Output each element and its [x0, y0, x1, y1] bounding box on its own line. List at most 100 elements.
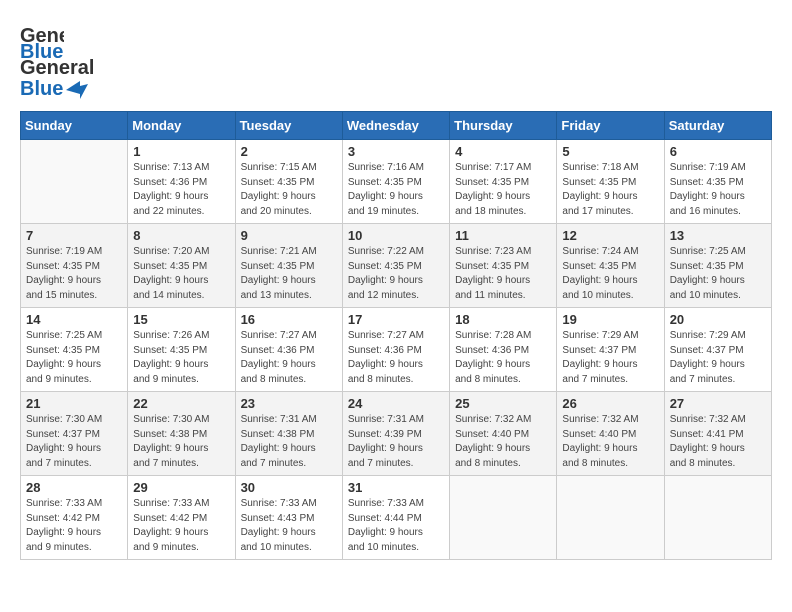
- calendar-day-cell: 6Sunrise: 7:19 AM Sunset: 4:35 PM Daylig…: [664, 140, 771, 224]
- day-info: Sunrise: 7:32 AM Sunset: 4:40 PM Dayligh…: [455, 413, 551, 471]
- day-number: 15: [133, 312, 229, 327]
- day-info: Sunrise: 7:24 AM Sunset: 4:35 PM Dayligh…: [562, 245, 658, 303]
- calendar-day-cell: [450, 476, 557, 560]
- calendar-day-cell: 18 Sunrise: 7:28 AM Sunset: 4:36 PM Dayli…: [450, 308, 557, 392]
- day-info: Sunrise: 7:32 AM Sunset: 4:40 PM Dayligh…: [562, 413, 658, 471]
- day-number: 25: [455, 396, 551, 411]
- day-number: 2: [241, 144, 337, 159]
- day-info: Sunrise: 7:33 AM Sunset: 4:42 PM Dayligh…: [26, 497, 122, 555]
- weekday-header-tuesday: Tuesday: [235, 112, 342, 140]
- calendar-day-cell: 21Sunrise: 7:30 AM Sunset: 4:37 PM Dayli…: [21, 392, 128, 476]
- day-number: 19: [562, 312, 658, 327]
- day-number: 16: [241, 312, 337, 327]
- calendar-day-cell: [557, 476, 664, 560]
- calendar-day-cell: 28 Sunrise: 7:33 AM Sunset: 4:42 PM Dayli…: [21, 476, 128, 560]
- calendar-day-cell: 25 Sunrise: 7:32 AM Sunset: 4:40 PM Dayli…: [450, 392, 557, 476]
- day-number: 18: [455, 312, 551, 327]
- calendar-day-cell: 23Sunrise: 7:31 AM Sunset: 4:38 PM Dayli…: [235, 392, 342, 476]
- calendar-week-row: 7 Sunrise: 7:19 AM Sunset: 4:35 PM Daylig…: [21, 224, 772, 308]
- calendar-day-cell: 10 Sunrise: 7:22 AM Sunset: 4:35 PM Dayli…: [342, 224, 449, 308]
- day-info: Sunrise: 7:27 AM Sunset: 4:36 PM Dayligh…: [241, 329, 337, 387]
- calendar-day-cell: 13 Sunrise: 7:25 AM Sunset: 4:35 PM Dayli…: [664, 224, 771, 308]
- weekday-header-row: SundayMondayTuesdayWednesdayThursdayFrid…: [21, 112, 772, 140]
- day-number: 12: [562, 228, 658, 243]
- calendar-day-cell: 12 Sunrise: 7:24 AM Sunset: 4:35 PM Dayli…: [557, 224, 664, 308]
- day-info: Sunrise: 7:28 AM Sunset: 4:36 PM Dayligh…: [455, 329, 551, 387]
- day-number: 9: [241, 228, 337, 243]
- calendar-day-cell: 31Sunrise: 7:33 AM Sunset: 4:44 PM Dayli…: [342, 476, 449, 560]
- calendar-day-cell: [664, 476, 771, 560]
- logo-blue: Blue: [20, 78, 63, 101]
- day-number: 6: [670, 144, 766, 159]
- day-number: 17: [348, 312, 444, 327]
- logo: General Blue General Blue: [20, 20, 94, 101]
- calendar-day-cell: 5 Sunrise: 7:18 AM Sunset: 4:35 PM Daylig…: [557, 140, 664, 224]
- calendar-day-cell: 4 Sunrise: 7:17 AM Sunset: 4:35 PM Daylig…: [450, 140, 557, 224]
- day-info: Sunrise: 7:18 AM Sunset: 4:35 PM Dayligh…: [562, 161, 658, 219]
- day-number: 27: [670, 396, 766, 411]
- weekday-header-wednesday: Wednesday: [342, 112, 449, 140]
- day-number: 4: [455, 144, 551, 159]
- logo-general: General: [20, 57, 94, 79]
- day-number: 5: [562, 144, 658, 159]
- day-number: 30: [241, 480, 337, 495]
- day-info: Sunrise: 7:25 AM Sunset: 4:35 PM Dayligh…: [670, 245, 766, 303]
- calendar-week-row: 1 Sunrise: 7:13 AM Sunset: 4:36 PM Daylig…: [21, 140, 772, 224]
- day-info: Sunrise: 7:30 AM Sunset: 4:37 PM Dayligh…: [26, 413, 122, 471]
- day-info: Sunrise: 7:31 AM Sunset: 4:38 PM Dayligh…: [241, 413, 337, 471]
- calendar-day-cell: 27 Sunrise: 7:32 AM Sunset: 4:41 PM Dayli…: [664, 392, 771, 476]
- day-info: Sunrise: 7:16 AM Sunset: 4:35 PM Dayligh…: [348, 161, 444, 219]
- calendar-day-cell: 20Sunrise: 7:29 AM Sunset: 4:37 PM Dayli…: [664, 308, 771, 392]
- calendar-day-cell: 24Sunrise: 7:31 AM Sunset: 4:39 PM Dayli…: [342, 392, 449, 476]
- weekday-header-sunday: Sunday: [21, 112, 128, 140]
- day-info: Sunrise: 7:32 AM Sunset: 4:41 PM Dayligh…: [670, 413, 766, 471]
- day-info: Sunrise: 7:29 AM Sunset: 4:37 PM Dayligh…: [562, 329, 658, 387]
- day-number: 26: [562, 396, 658, 411]
- day-info: Sunrise: 7:19 AM Sunset: 4:35 PM Dayligh…: [26, 245, 122, 303]
- day-number: 3: [348, 144, 444, 159]
- calendar-day-cell: 19 Sunrise: 7:29 AM Sunset: 4:37 PM Dayli…: [557, 308, 664, 392]
- day-number: 28: [26, 480, 122, 495]
- day-number: 11: [455, 228, 551, 243]
- day-info: Sunrise: 7:22 AM Sunset: 4:35 PM Dayligh…: [348, 245, 444, 303]
- day-number: 29: [133, 480, 229, 495]
- calendar-day-cell: 11 Sunrise: 7:23 AM Sunset: 4:35 PM Dayli…: [450, 224, 557, 308]
- day-info: Sunrise: 7:21 AM Sunset: 4:35 PM Dayligh…: [241, 245, 337, 303]
- calendar-day-cell: 1 Sunrise: 7:13 AM Sunset: 4:36 PM Daylig…: [128, 140, 235, 224]
- day-info: Sunrise: 7:17 AM Sunset: 4:35 PM Dayligh…: [455, 161, 551, 219]
- calendar-day-cell: 15 Sunrise: 7:26 AM Sunset: 4:35 PM Dayli…: [128, 308, 235, 392]
- day-number: 1: [133, 144, 229, 159]
- day-info: Sunrise: 7:33 AM Sunset: 4:44 PM Dayligh…: [348, 497, 444, 555]
- day-info: Sunrise: 7:13 AM Sunset: 4:36 PM Dayligh…: [133, 161, 229, 219]
- day-number: 7: [26, 228, 122, 243]
- logo-bird-icon: [66, 81, 88, 99]
- calendar-table: SundayMondayTuesdayWednesdayThursdayFrid…: [20, 111, 772, 560]
- calendar-day-cell: 26 Sunrise: 7:32 AM Sunset: 4:40 PM Dayli…: [557, 392, 664, 476]
- day-info: Sunrise: 7:31 AM Sunset: 4:39 PM Dayligh…: [348, 413, 444, 471]
- day-info: Sunrise: 7:20 AM Sunset: 4:35 PM Dayligh…: [133, 245, 229, 303]
- calendar-day-cell: 16 Sunrise: 7:27 AM Sunset: 4:36 PM Dayli…: [235, 308, 342, 392]
- day-info: Sunrise: 7:33 AM Sunset: 4:43 PM Dayligh…: [241, 497, 337, 555]
- day-info: Sunrise: 7:23 AM Sunset: 4:35 PM Dayligh…: [455, 245, 551, 303]
- calendar-week-row: 28 Sunrise: 7:33 AM Sunset: 4:42 PM Dayli…: [21, 476, 772, 560]
- day-info: Sunrise: 7:29 AM Sunset: 4:37 PM Dayligh…: [670, 329, 766, 387]
- day-info: Sunrise: 7:26 AM Sunset: 4:35 PM Dayligh…: [133, 329, 229, 387]
- calendar-day-cell: 17Sunrise: 7:27 AM Sunset: 4:36 PM Dayli…: [342, 308, 449, 392]
- day-number: 8: [133, 228, 229, 243]
- day-number: 10: [348, 228, 444, 243]
- calendar-day-cell: 9 Sunrise: 7:21 AM Sunset: 4:35 PM Daylig…: [235, 224, 342, 308]
- calendar-day-cell: [21, 140, 128, 224]
- calendar-day-cell: 7 Sunrise: 7:19 AM Sunset: 4:35 PM Daylig…: [21, 224, 128, 308]
- day-number: 13: [670, 228, 766, 243]
- calendar-day-cell: 29 Sunrise: 7:33 AM Sunset: 4:42 PM Dayli…: [128, 476, 235, 560]
- calendar-day-cell: 3 Sunrise: 7:16 AM Sunset: 4:35 PM Daylig…: [342, 140, 449, 224]
- day-number: 22: [133, 396, 229, 411]
- calendar-day-cell: 22 Sunrise: 7:30 AM Sunset: 4:38 PM Dayli…: [128, 392, 235, 476]
- weekday-header-saturday: Saturday: [664, 112, 771, 140]
- day-info: Sunrise: 7:25 AM Sunset: 4:35 PM Dayligh…: [26, 329, 122, 387]
- day-info: Sunrise: 7:33 AM Sunset: 4:42 PM Dayligh…: [133, 497, 229, 555]
- calendar-week-row: 21Sunrise: 7:30 AM Sunset: 4:37 PM Dayli…: [21, 392, 772, 476]
- calendar-day-cell: 30 Sunrise: 7:33 AM Sunset: 4:43 PM Dayli…: [235, 476, 342, 560]
- calendar-day-cell: 2Sunrise: 7:15 AM Sunset: 4:35 PM Daylig…: [235, 140, 342, 224]
- day-info: Sunrise: 7:30 AM Sunset: 4:38 PM Dayligh…: [133, 413, 229, 471]
